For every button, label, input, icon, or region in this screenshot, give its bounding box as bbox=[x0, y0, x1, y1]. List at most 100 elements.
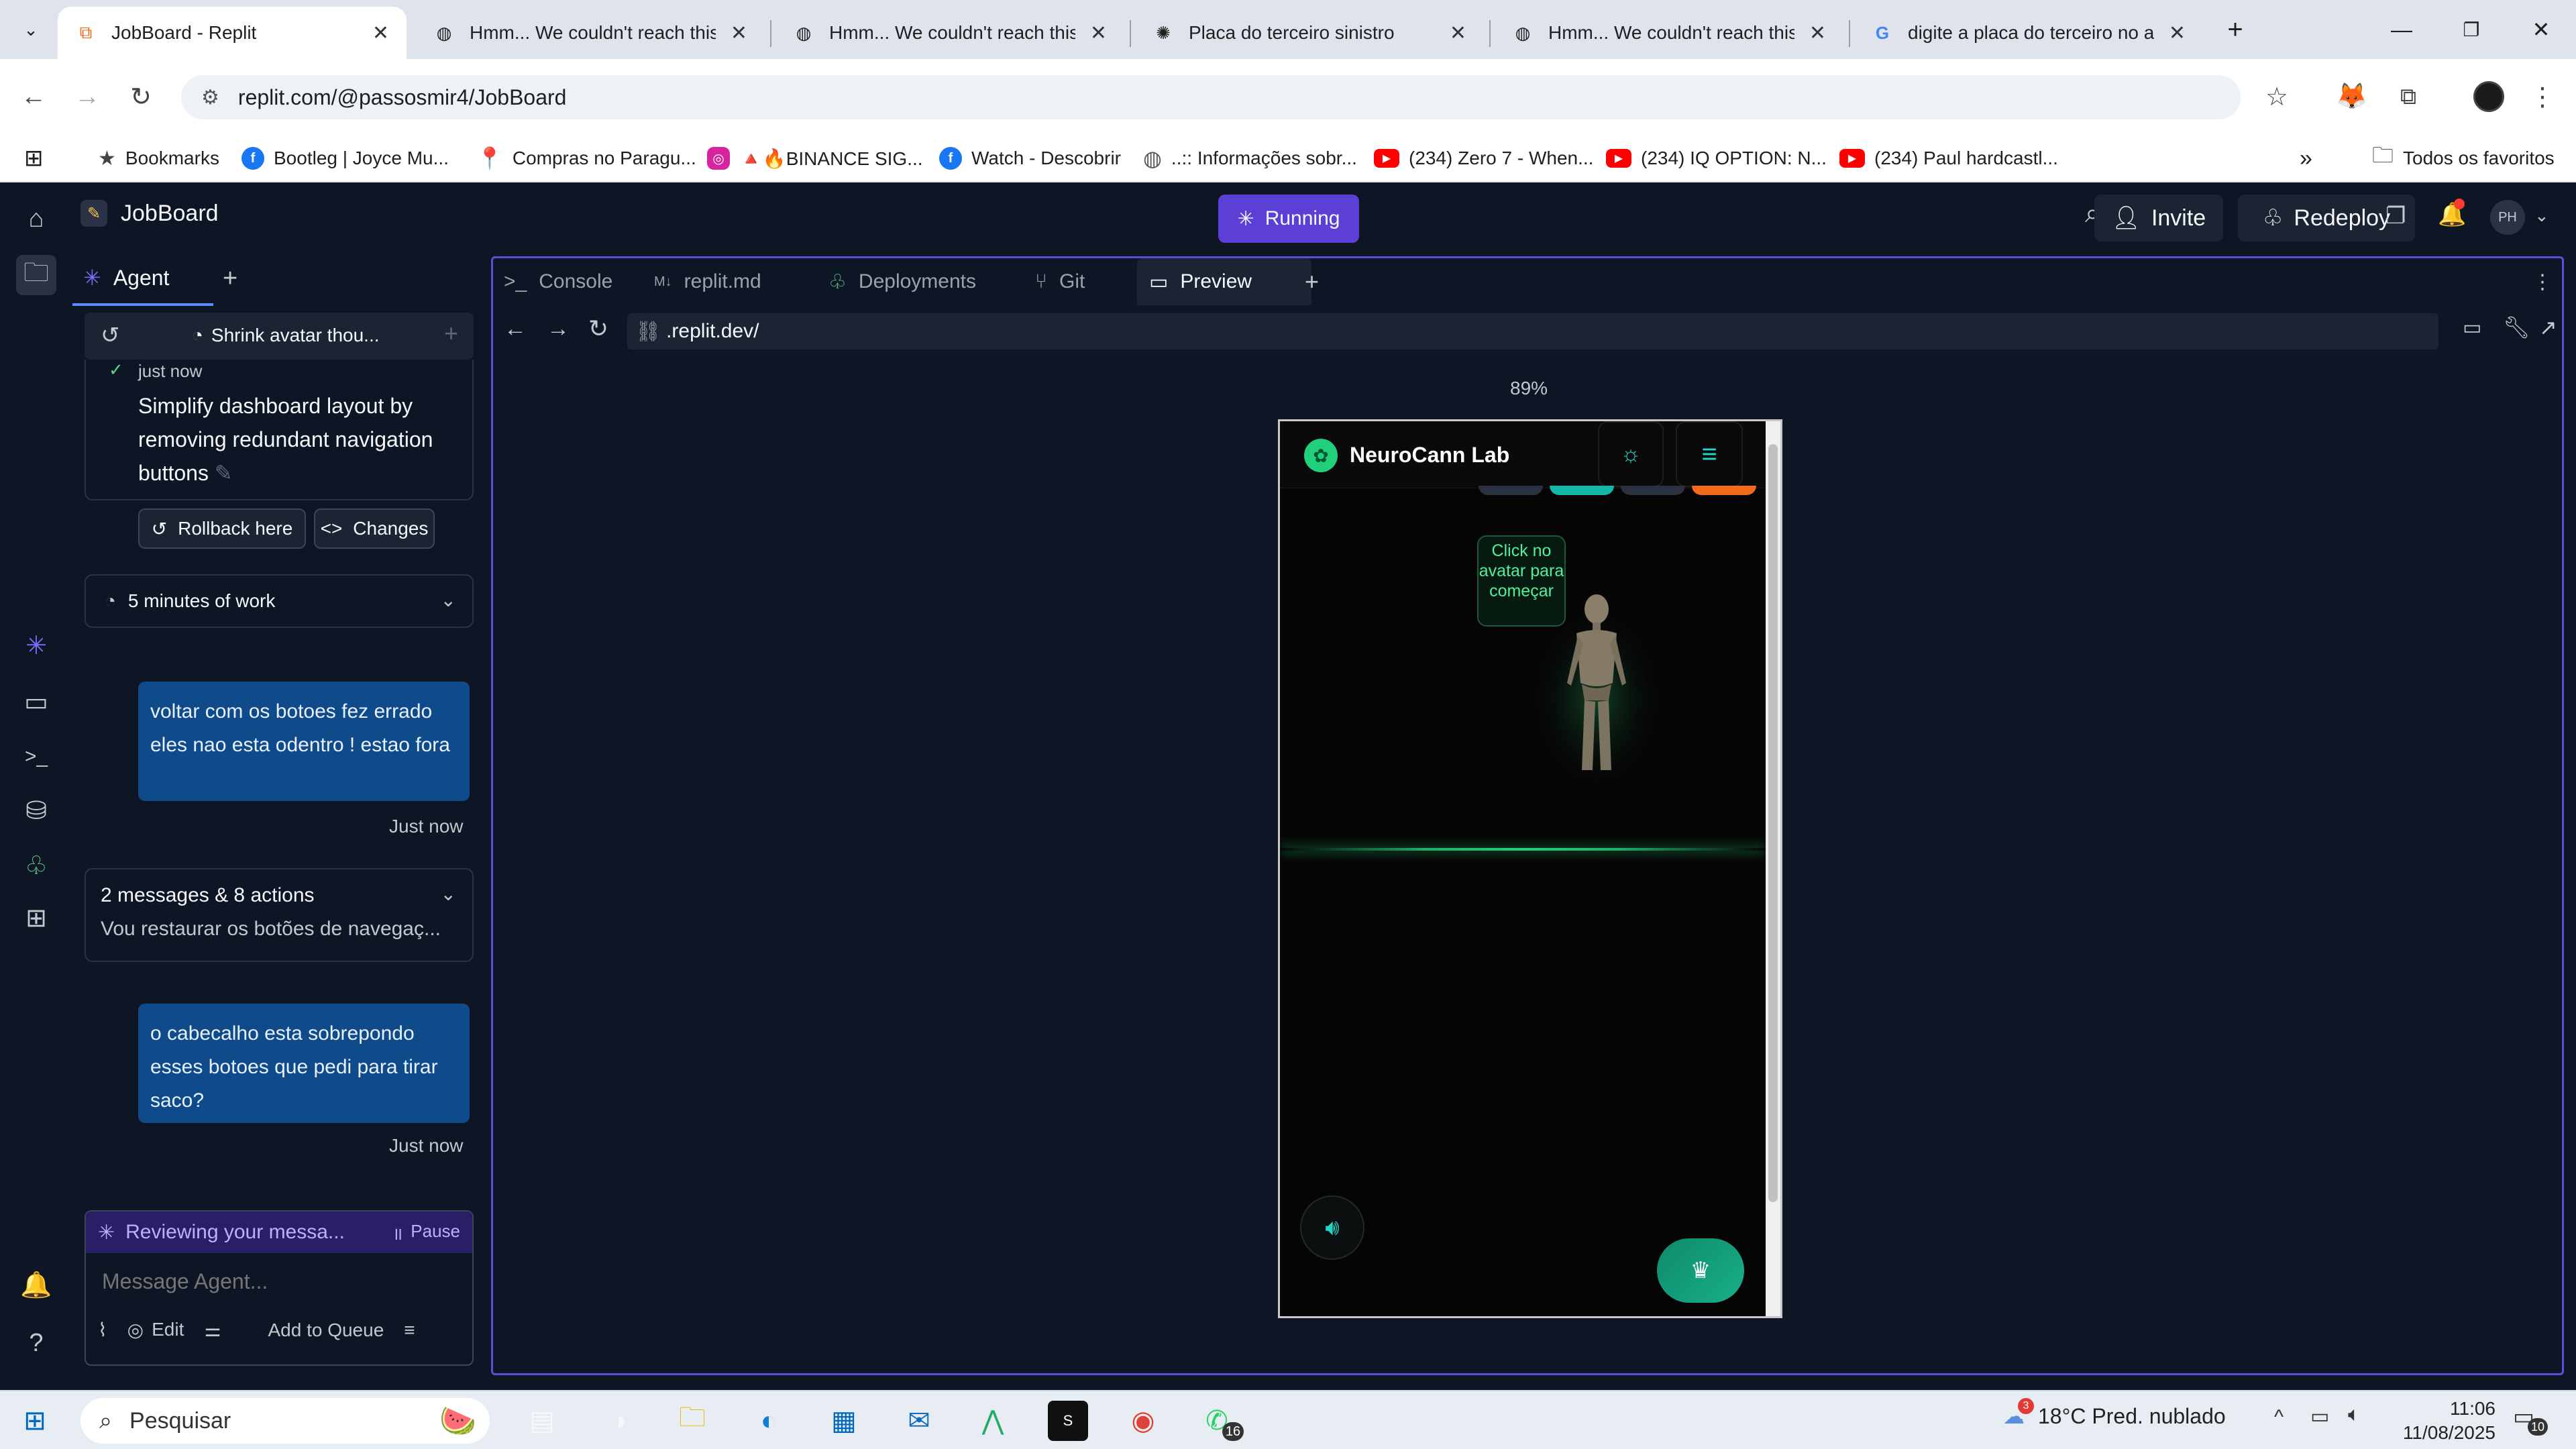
stake-app-icon[interactable]: S bbox=[1048, 1401, 1088, 1441]
actions-summary[interactable]: 2 messages & 8 actions Vou restaurar os … bbox=[85, 868, 474, 962]
close-tab-icon[interactable]: ✕ bbox=[372, 21, 389, 45]
work-summary[interactable]: ◔ 5 minutes of work ⌄ bbox=[85, 574, 474, 628]
rollback-button[interactable]: ↺ Rollback here bbox=[138, 508, 306, 549]
tab-preview[interactable]: ▭ Preview bbox=[1137, 258, 1311, 305]
bookmark-iqoption[interactable]: ▶ (234) IQ OPTION: N... bbox=[1606, 144, 1827, 173]
tab-console[interactable]: >_ Console bbox=[504, 258, 612, 305]
home-icon[interactable]: ⌂ bbox=[16, 199, 56, 239]
forward-icon[interactable]: → bbox=[68, 78, 106, 115]
network-icon[interactable]: ▭ bbox=[2310, 1405, 2329, 1428]
chrome-menu-icon[interactable]: ⋮ bbox=[2524, 78, 2561, 115]
tab-replit-md[interactable]: M↓ replit.md bbox=[654, 258, 761, 305]
edge-icon[interactable]: ◐ bbox=[749, 1401, 789, 1441]
add-pane-tab-icon[interactable]: + bbox=[1305, 258, 1319, 305]
weather-widget[interactable]: ☁ 3 18°C Pred. nublado bbox=[2003, 1398, 2226, 1429]
user-avatar[interactable]: PH bbox=[2490, 200, 2525, 235]
agent-icon[interactable]: ✳ bbox=[16, 625, 56, 665]
windows-start-icon[interactable]: ⊞ bbox=[15, 1401, 55, 1441]
changes-button[interactable]: <> Changes bbox=[314, 508, 435, 549]
tray-chevron-icon[interactable]: ^ bbox=[2274, 1406, 2284, 1429]
extensions-icon[interactable]: ⧉ bbox=[2390, 78, 2427, 115]
back-icon[interactable]: ← bbox=[15, 78, 52, 115]
pane-menu-icon[interactable]: ⋮ bbox=[2532, 258, 2553, 305]
ms-store-icon[interactable]: ▦ bbox=[824, 1401, 864, 1441]
scrollbar-thumb[interactable] bbox=[1768, 444, 1778, 1202]
close-tab-icon[interactable]: ✕ bbox=[2169, 21, 2186, 45]
notification-bell-icon[interactable]: 🔔 bbox=[16, 1265, 56, 1305]
run-status-button[interactable]: ✳ Running bbox=[1218, 195, 1359, 243]
tab-search-icon[interactable]: ⌄ bbox=[9, 11, 52, 48]
browser-tab-jobboard[interactable]: ⧉ JobBoard - Replit ✕ bbox=[58, 7, 407, 59]
volume-icon[interactable]: 🔈︎ bbox=[2348, 1403, 2360, 1426]
devtools-wrench-icon[interactable]: 🔧︎ bbox=[2503, 315, 2530, 340]
console-icon[interactable]: >_ bbox=[16, 737, 56, 777]
metamask-extension-icon[interactable]: 🦊 bbox=[2333, 78, 2371, 115]
preview-scrollbar[interactable] bbox=[1766, 421, 1780, 1316]
premium-crown-button[interactable]: ♛ bbox=[1657, 1238, 1744, 1303]
preview-reload-icon[interactable]: ↻ bbox=[588, 315, 608, 343]
file-explorer-icon[interactable]: 🗀 bbox=[672, 1401, 712, 1441]
preview-url-bar[interactable]: ⛓ .replit.dev/ bbox=[627, 313, 2438, 350]
tab-git[interactable]: ⑂ Git bbox=[1035, 258, 1085, 305]
reload-icon[interactable]: ↻ bbox=[122, 78, 160, 115]
browser-tab-2[interactable]: ◍ Hmm... We couldn't reach this a ✕ bbox=[416, 7, 765, 59]
browser-tab-5[interactable]: ◍ Hmm... We couldn't reach this a ✕ bbox=[1495, 7, 1843, 59]
close-tab-icon[interactable]: ✕ bbox=[731, 21, 747, 45]
close-tab-icon[interactable]: ✕ bbox=[1450, 21, 1466, 45]
add-to-queue-button[interactable]: Add to Queue bbox=[268, 1320, 384, 1341]
preview-monitor-icon[interactable]: ▭ bbox=[16, 682, 56, 722]
bookmark-bootleg[interactable]: f Bootleg | Joyce Mu... bbox=[241, 144, 449, 173]
tab-agent[interactable]: ✳ Agent bbox=[72, 252, 213, 306]
edit-pencil-icon[interactable]: ✎ bbox=[215, 461, 233, 485]
restore-icon[interactable]: ❐ bbox=[2450, 11, 2493, 48]
site-info-icon[interactable]: ⚙ bbox=[201, 86, 219, 109]
apps-grid-icon[interactable]: ⊞ bbox=[24, 144, 44, 173]
whatsapp-icon[interactable]: ✆ 16 bbox=[1197, 1401, 1244, 1441]
nav-button-partial[interactable] bbox=[1479, 486, 1543, 495]
attach-icon[interactable]: ⌇ bbox=[98, 1319, 107, 1341]
preview-forward-icon[interactable]: → bbox=[547, 316, 570, 342]
theme-toggle-button[interactable]: ☼ bbox=[1598, 421, 1664, 487]
all-tools-icon[interactable]: ⊞ bbox=[16, 898, 56, 938]
all-bookmarks[interactable]: 🗀 Todos os favoritos bbox=[2372, 143, 2555, 173]
chat-icon[interactable]: ❐ bbox=[2385, 203, 2406, 229]
message-agent-input[interactable] bbox=[86, 1254, 472, 1308]
bookmark-compras[interactable]: 📍 Compras no Paragu... bbox=[476, 144, 696, 173]
settings-sliders-icon[interactable]: ⚌ bbox=[204, 1319, 221, 1341]
clock[interactable]: 11:06 11/08/2025 bbox=[2388, 1397, 2496, 1445]
new-chat-icon[interactable]: + bbox=[444, 319, 458, 347]
sound-toggle-button[interactable]: 🔊︎ bbox=[1300, 1195, 1364, 1260]
queue-icon[interactable]: ≡ bbox=[404, 1320, 415, 1341]
address-bar[interactable]: ⚙ replit.com/@passosmir4/JobBoard bbox=[181, 75, 2241, 119]
3d-avatar[interactable] bbox=[1529, 582, 1664, 784]
database-icon[interactable]: ⛁ bbox=[16, 790, 56, 830]
browser-tab-4[interactable]: ✺ Placa do terceiro sinistro ✕ bbox=[1135, 7, 1484, 59]
browser-tab-3[interactable]: ◍ Hmm... We couldn't reach this a ✕ bbox=[775, 7, 1124, 59]
close-window-icon[interactable]: ✕ bbox=[2520, 11, 2563, 48]
bookmark-watch[interactable]: f Watch - Descobrir bbox=[939, 144, 1121, 173]
pause-button[interactable]: ॥ Pause bbox=[392, 1221, 460, 1245]
device-toggle-icon[interactable]: ▭ bbox=[2463, 316, 2481, 339]
history-icon[interactable]: ↺ bbox=[101, 322, 120, 349]
deployments-icon[interactable]: ♧ bbox=[16, 845, 56, 885]
bookmark-bookmarks[interactable]: ★ Bookmarks bbox=[98, 144, 219, 173]
outlook-icon[interactable]: ✉ bbox=[899, 1401, 939, 1441]
more-bookmarks-icon[interactable]: » bbox=[2300, 144, 2312, 173]
browser-tab-6[interactable]: G digite a placa do terceiro no azu ✕ bbox=[1854, 7, 2203, 59]
invite-button[interactable]: 👤︎ Invite bbox=[2094, 195, 2223, 241]
copilot-icon[interactable]: ◑ bbox=[598, 1401, 639, 1441]
avatar-chevron-icon[interactable]: ⌄ bbox=[2534, 205, 2549, 226]
open-new-window-icon[interactable]: ↗ bbox=[2539, 315, 2557, 340]
nav-button-partial[interactable] bbox=[1550, 486, 1614, 495]
notifications-icon[interactable]: 🔔 bbox=[2438, 199, 2466, 228]
nav-button-partial[interactable] bbox=[1692, 486, 1756, 495]
profile-avatar[interactable] bbox=[2470, 78, 2508, 115]
bookmark-informacoes[interactable]: ◍ ..:: Informações sobr... bbox=[1143, 144, 1357, 173]
app-a-icon[interactable]: ⋀ bbox=[973, 1401, 1013, 1441]
bookmark-binance[interactable]: ◎ 🔺🔥BINANCE SIG... bbox=[707, 144, 923, 173]
bookmark-star-icon[interactable]: ☆ bbox=[2258, 78, 2296, 115]
minimize-icon[interactable]: — bbox=[2380, 11, 2423, 48]
taskbar-search-box[interactable]: ⌕ Pesquisar 🍉 bbox=[80, 1398, 490, 1444]
bookmark-zero7[interactable]: ▶ (234) Zero 7 - When... bbox=[1374, 144, 1593, 173]
chat-title[interactable]: ◔ Shrink avatar thou... bbox=[192, 325, 380, 346]
